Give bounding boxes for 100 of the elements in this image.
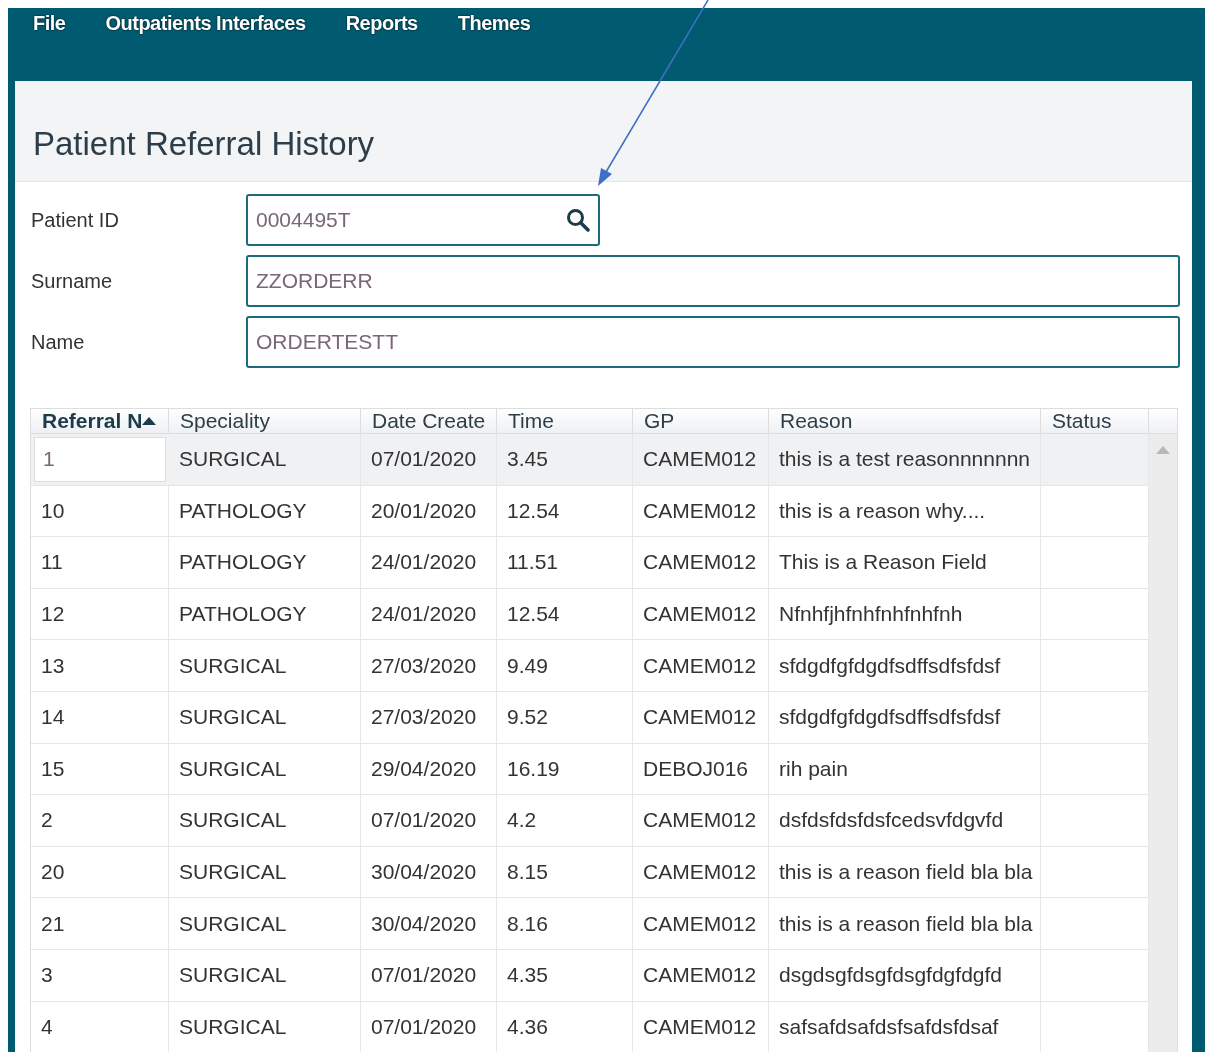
table-cell: CAMEM012 bbox=[633, 640, 769, 691]
table-cell: 24/01/2020 bbox=[361, 537, 497, 588]
column-header[interactable]: Speciality bbox=[169, 409, 361, 433]
table-row[interactable]: 14 SURGICAL 27/03/2020 9.52 CAMEM012 sfdgdfgfdgdfsdffsdfsfdsf bbox=[31, 691, 1149, 744]
column-header[interactable]: Date Create bbox=[361, 409, 497, 433]
page-title: Patient Referral History bbox=[33, 125, 375, 163]
table-cell: this is a reason field bla bla bbox=[769, 846, 1041, 898]
table-cell: CAMEM012 bbox=[633, 1001, 769, 1052]
table-cell: 12.54 bbox=[497, 588, 633, 640]
table-row[interactable]: 2 SURGICAL 07/01/2020 4.2 CAMEM012 dsfdsfdsfdsfcedsvfdgvfd bbox=[31, 795, 1149, 847]
table-cell: 9.49 bbox=[497, 640, 633, 691]
table-cell: 07/01/2020 bbox=[361, 949, 497, 1001]
table-row[interactable]: 12 PATHOLOGY 24/01/2020 12.54 CAMEM012 Nfnhfjhfnhfnhfnhfnh bbox=[31, 588, 1149, 641]
table-cell: 2 bbox=[31, 795, 169, 846]
table-cell: PATHOLOGY bbox=[169, 588, 361, 640]
column-header[interactable]: Status bbox=[1041, 409, 1149, 433]
table-cell: 07/01/2020 bbox=[361, 795, 497, 846]
table-cell: 07/01/2020 bbox=[361, 1001, 497, 1052]
table-cell: This is a Reason Field bbox=[769, 537, 1041, 588]
table-cell: this is a reason why.... bbox=[769, 485, 1041, 537]
table-cell: 30/04/2020 bbox=[361, 846, 497, 898]
table-cell: 11.51 bbox=[497, 537, 633, 588]
table-cell: 3 bbox=[31, 949, 169, 1001]
column-header[interactable]: Referral N bbox=[31, 409, 169, 433]
cell-editor[interactable]: 1 bbox=[34, 437, 166, 482]
table-cell: 12 bbox=[31, 588, 169, 640]
table-cell: Nfnhfjhfnhfnhfnhfnh bbox=[769, 588, 1041, 640]
table-cell: CAMEM012 bbox=[633, 795, 769, 846]
menu-item[interactable]: Outpatients Interfaces bbox=[105, 12, 306, 35]
table-cell: dsgdsgfdsgfdsgfdgfdgfd bbox=[769, 949, 1041, 1001]
table-cell: rih pain bbox=[769, 743, 1041, 795]
table-cell: CAMEM012 bbox=[633, 537, 769, 588]
table-cell: DEBOJ016 bbox=[633, 743, 769, 795]
table-cell: 20/01/2020 bbox=[361, 485, 497, 537]
table-cell: 13 bbox=[31, 640, 169, 691]
column-header[interactable]: Reason bbox=[769, 409, 1041, 433]
input-field[interactable]: ZZORDERR bbox=[246, 255, 1180, 307]
table-cell: dsfdsfdsfdsfcedsvfdgvfd bbox=[769, 795, 1041, 846]
table-cell: 11 bbox=[31, 537, 169, 588]
table-cell: 21 bbox=[31, 898, 169, 949]
table-cell: SURGICAL bbox=[169, 691, 361, 743]
table-row[interactable]: 11 PATHOLOGY 24/01/2020 11.51 CAMEM012 This is a Reason Field bbox=[31, 537, 1149, 589]
table-cell: CAMEM012 bbox=[633, 898, 769, 949]
table-cell: SURGICAL bbox=[169, 898, 361, 949]
table-cell: SURGICAL bbox=[169, 1001, 361, 1052]
table-cell: SURGICAL bbox=[169, 949, 361, 1001]
table-cell: sfdgdfgfdgdfsdffsdfsfdsf bbox=[769, 640, 1041, 691]
table-cell: safsafdsafdsfsafdsfdsaf bbox=[769, 1001, 1041, 1052]
table-cell: this is a test reasonnnnnnn bbox=[769, 434, 1041, 485]
table-cell: 8.16 bbox=[497, 898, 633, 949]
table-cell: 4.2 bbox=[497, 795, 633, 846]
table-cell: CAMEM012 bbox=[633, 691, 769, 743]
table-cell: 9.52 bbox=[497, 691, 633, 743]
table-cell: SURGICAL bbox=[169, 434, 361, 485]
table-cell: 4.35 bbox=[497, 949, 633, 1001]
table-cell: this is a reason field bla bla bbox=[769, 898, 1041, 949]
scroll-up-icon[interactable] bbox=[1156, 446, 1170, 454]
table-cell: 4.36 bbox=[497, 1001, 633, 1052]
table-cell: CAMEM012 bbox=[633, 434, 769, 485]
table-cell: PATHOLOGY bbox=[169, 485, 361, 537]
table-cell: PATHOLOGY bbox=[169, 537, 361, 588]
table-cell: 20 bbox=[31, 846, 169, 898]
field-label: Name bbox=[31, 330, 86, 354]
table-row[interactable]: 1 SURGICAL 07/01/2020 3.45 CAMEM012 this is a test reasonnnnnnn bbox=[31, 434, 1149, 486]
menu-item[interactable]: File bbox=[33, 12, 66, 35]
input-field[interactable]: ORDERTESTT bbox=[246, 316, 1180, 368]
column-header[interactable]: GP bbox=[633, 409, 769, 433]
table-cell: CAMEM012 bbox=[633, 846, 769, 898]
table-cell: 27/03/2020 bbox=[361, 691, 497, 743]
table-cell: 29/04/2020 bbox=[361, 743, 497, 795]
table-cell: 24/01/2020 bbox=[361, 588, 497, 640]
table-cell: 27/03/2020 bbox=[361, 640, 497, 691]
table-cell: 14 bbox=[31, 691, 169, 743]
field-label: Surname bbox=[31, 269, 114, 293]
field-label: Patient ID bbox=[31, 208, 120, 232]
search-icon[interactable] bbox=[566, 208, 590, 232]
table-cell: 3.45 bbox=[497, 434, 633, 485]
sort-ascending-icon bbox=[142, 417, 157, 425]
table-cell: 10 bbox=[31, 485, 169, 537]
table-cell: 12.54 bbox=[497, 485, 633, 537]
table-cell: 4 bbox=[31, 1001, 169, 1052]
table-cell: CAMEM012 bbox=[633, 588, 769, 640]
table-cell: 07/01/2020 bbox=[361, 434, 497, 485]
table-cell: 15 bbox=[31, 743, 169, 795]
table-row[interactable]: 3 SURGICAL 07/01/2020 4.35 CAMEM012 dsgdsgfdsgfdsgfdgfdgfd bbox=[31, 949, 1149, 1002]
table-cell: 16.19 bbox=[497, 743, 633, 795]
table-row[interactable]: 10 PATHOLOGY 20/01/2020 12.54 CAMEM012 this is a reason why.... bbox=[31, 485, 1149, 538]
table-cell: SURGICAL bbox=[169, 640, 361, 691]
table-row[interactable]: 13 SURGICAL 27/03/2020 9.49 CAMEM012 sfdgdfgfdgdfsdffsdfsfdsf bbox=[31, 640, 1149, 692]
scrollbar[interactable] bbox=[1149, 434, 1177, 1052]
table-row[interactable]: 20 SURGICAL 30/04/2020 8.15 CAMEM012 this is a reason field bla bla bbox=[31, 846, 1149, 899]
table-cell: 30/04/2020 bbox=[361, 898, 497, 949]
menu-item[interactable]: Reports bbox=[345, 12, 418, 35]
column-header[interactable]: Time bbox=[497, 409, 633, 433]
table-row[interactable]: 21 SURGICAL 30/04/2020 8.16 CAMEM012 this is a reason field bla bla bbox=[31, 898, 1149, 950]
table-row[interactable]: 15 SURGICAL 29/04/2020 16.19 DEBOJ016 rih pain bbox=[31, 743, 1149, 796]
table-cell: sfdgdfgfdgdfsdffsdfsfdsf bbox=[769, 691, 1041, 743]
input-field[interactable]: 0004495T bbox=[246, 194, 600, 246]
menu-item[interactable]: Themes bbox=[457, 12, 531, 35]
table-cell: CAMEM012 bbox=[633, 485, 769, 537]
